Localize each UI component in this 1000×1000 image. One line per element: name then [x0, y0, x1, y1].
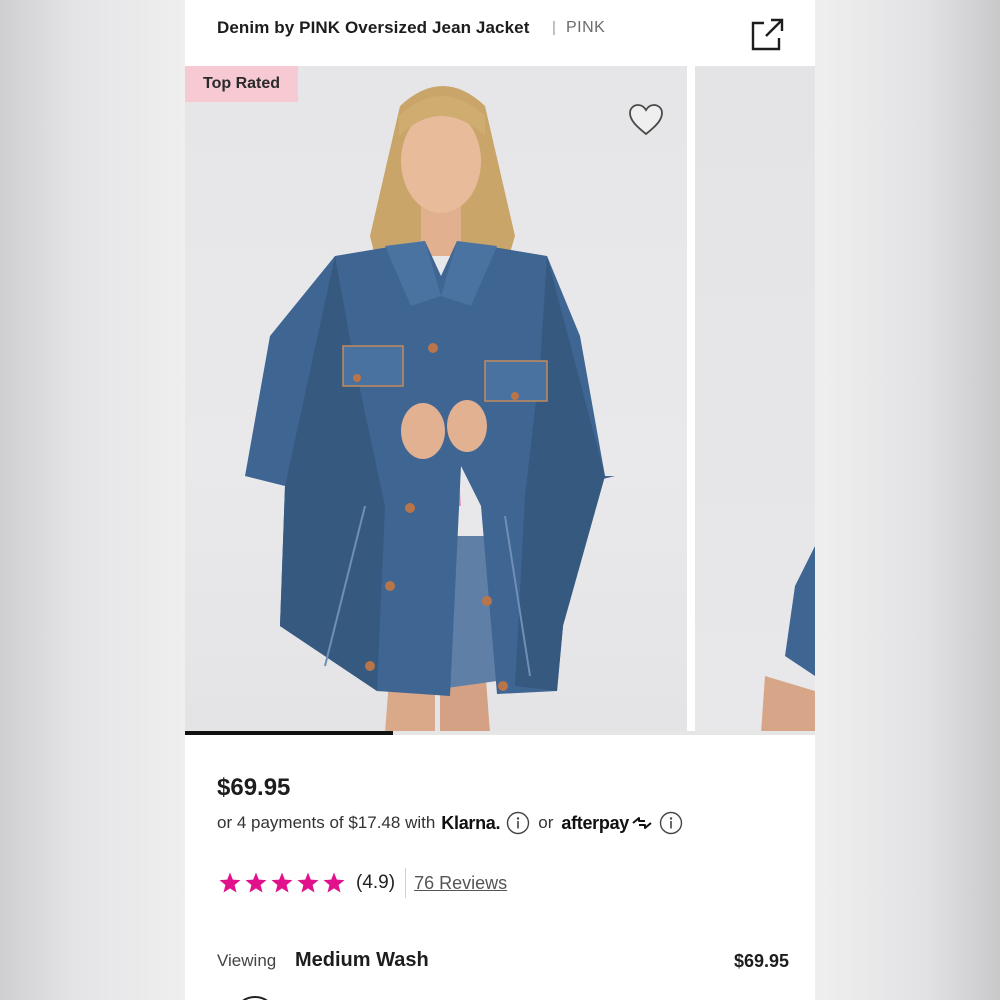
product-title: Denim by PINK Oversized Jean Jacket [217, 18, 530, 37]
model-photo [245, 86, 615, 733]
selected-color: Medium Wash [295, 949, 429, 971]
product-screen: Denim by PINK Oversized Jean Jacket | PI… [185, 0, 815, 1000]
share-icon [751, 18, 784, 51]
rating-divider [405, 868, 407, 898]
afterpay-info-icon[interactable] [659, 811, 683, 835]
top-rated-badge: Top Rated [185, 66, 298, 102]
gallery-progress [185, 731, 815, 735]
star-icon [323, 872, 345, 893]
viewing-label: Viewing [217, 951, 277, 970]
star-icon [297, 872, 319, 893]
variant-price: $69.95 [733, 951, 789, 971]
favorite-button[interactable] [628, 103, 664, 137]
star-icon [219, 872, 241, 893]
product-image-main[interactable]: Top Rated [185, 66, 687, 733]
image-gallery[interactable]: Top Rated [185, 66, 815, 733]
title-separator: | [552, 19, 556, 36]
next-photo-peek [761, 546, 815, 733]
product-header: Denim by PINK Oversized Jean Jacket | PI… [185, 0, 815, 66]
color-swatch[interactable] [233, 996, 277, 1000]
share-button[interactable] [747, 14, 787, 54]
product-price: $69.95 [217, 774, 291, 801]
reviews-link[interactable]: 76 Reviews [414, 873, 507, 894]
payment-or: or [538, 813, 554, 832]
product-image-next[interactable] [695, 66, 815, 733]
klarna-info-icon[interactable] [506, 811, 530, 835]
installment-info: or 4 payments of $17.48 with Klarna. or … [217, 811, 683, 835]
star-icon [245, 872, 267, 893]
klarna-logo: Klarna. [441, 812, 501, 833]
afterpay-wordmark: afterpay [561, 812, 629, 833]
backdrop-right [815, 0, 1000, 1000]
heart-outline-icon [629, 104, 663, 136]
rating-value: (4.9) [356, 872, 396, 893]
afterpay-arrows-icon [632, 817, 652, 829]
variant-row: Viewing Medium Wash $69.95 [217, 949, 789, 977]
brand-link[interactable]: PINK [566, 19, 605, 37]
star-icon [271, 872, 293, 893]
rating-row[interactable]: (4.9) 76 Reviews [218, 868, 507, 898]
gallery-progress-fill [185, 731, 393, 735]
backdrop-left [0, 0, 185, 1000]
installment-text: or 4 payments of $17.48 with [217, 813, 436, 832]
afterpay-logo: afterpay [561, 813, 653, 834]
